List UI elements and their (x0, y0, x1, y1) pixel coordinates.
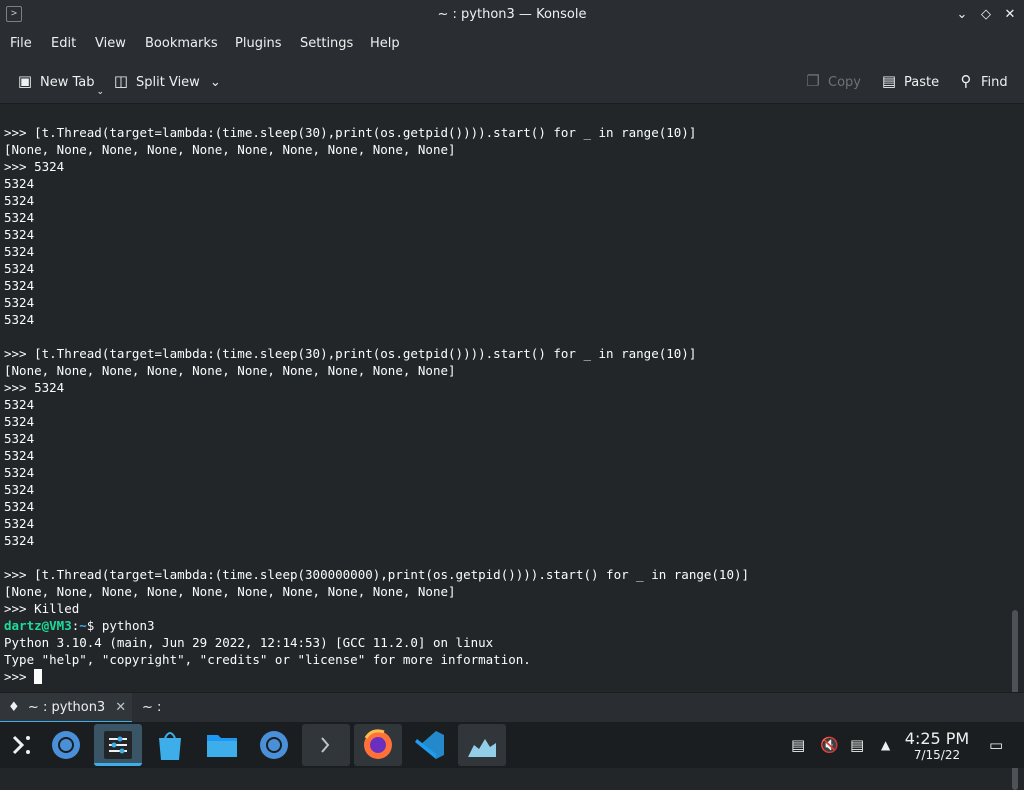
find-button[interactable]: ⚲ Find (957, 58, 1008, 104)
copy-button[interactable]: ❐ Copy (804, 58, 861, 104)
discover-launcher[interactable] (146, 724, 194, 766)
clipboard-icon[interactable]: ▤ (791, 722, 805, 768)
copy-label: Copy (828, 75, 861, 90)
python-banner: Python 3.10.4 (main, Jun 29 2022, 12:14:… (4, 635, 531, 667)
chromium-launcher-2[interactable] (250, 724, 298, 766)
menu-bookmarks[interactable]: Bookmarks (145, 30, 218, 58)
search-icon: ⚲ (960, 72, 972, 90)
clock-time: 4:25 PM (904, 729, 970, 748)
new-tab-button[interactable]: ▣ New Tab⌄ (16, 58, 104, 104)
volume-muted-icon[interactable]: 🔇 (820, 722, 839, 768)
terminal-history: >>> [t.Thread(target=lambda:(time.sleep(… (4, 125, 750, 616)
system-monitor-task[interactable] (458, 724, 506, 766)
menu-edit[interactable]: Edit (51, 30, 76, 58)
terminal-output: >>> [t.Thread(target=lambda:(time.sleep(… (4, 124, 749, 685)
paste-label: Paste (904, 75, 940, 90)
split-view-dropdown-icon[interactable]: ⌄ (210, 75, 221, 90)
menu-bar: File Edit View Bookmarks Plugins Setting… (0, 30, 1024, 58)
store-icon (159, 732, 181, 760)
tab-bar: ♦ ~ : python3 ✕ ~ : htop✕ (0, 692, 1024, 745)
new-tab-dropdown-icon[interactable]: ⌄ (97, 87, 105, 97)
browser-icon (260, 731, 288, 759)
close-icon[interactable]: ✕ (1000, 5, 1020, 25)
vscode-launcher[interactable] (406, 724, 454, 766)
minimize-icon[interactable]: ⌄ (952, 5, 972, 25)
dolphin-launcher[interactable] (198, 724, 246, 766)
prompt-command: $ python3 (86, 618, 155, 633)
maximize-icon[interactable]: ◇ (976, 5, 996, 25)
close-tab-icon[interactable]: ✕ (115, 700, 126, 715)
vscode-icon (415, 731, 444, 759)
taskbar: ▤ 🔇 ▤ ▲ 4:25 PM 7/15/22 ▭ (0, 722, 1024, 768)
toolbar: ▣ New Tab⌄ ◫ Split View ⌄ ❐ Copy ▤ Paste ⚲ Fin… (0, 58, 1024, 104)
digital-clock[interactable]: 4:25 PM 7/15/22 (898, 729, 976, 763)
menu-file[interactable]: File (10, 30, 32, 58)
prompt-user-host: dartz@VM3 (4, 618, 72, 633)
bell-icon: ♦ (8, 700, 20, 715)
system-monitor-icon (468, 733, 496, 757)
system-settings-task[interactable] (94, 724, 142, 766)
split-view-label: Split View (136, 75, 200, 90)
menu-help[interactable]: Help (370, 30, 400, 58)
chromium-launcher[interactable] (42, 724, 90, 766)
app-launcher[interactable] (0, 724, 48, 766)
new-tab-label: New Tab (40, 75, 95, 90)
menu-plugins[interactable]: Plugins (235, 30, 282, 58)
python-prompt: >>> (4, 669, 35, 684)
text-cursor (34, 669, 43, 684)
prompt-path: ~ (79, 618, 87, 633)
split-view-icon: ◫ (113, 72, 129, 90)
window-title: ~ : python3 — Konsole (437, 7, 587, 22)
settings-icon (104, 731, 132, 759)
split-view-button[interactable]: ◫ Split View ⌄ (112, 58, 221, 104)
browser-icon (52, 731, 80, 759)
konsole-task[interactable] (302, 724, 350, 766)
new-tab-icon: ▣ (17, 72, 33, 90)
paste-icon: ▤ (881, 72, 897, 90)
title-bar: > ~ : python3 — Konsole ⌄ ◇ ✕ (0, 0, 1024, 30)
tab-python3[interactable]: ♦ ~ : python3 ✕ (0, 693, 132, 723)
application-launcher-icon (12, 735, 30, 755)
copy-icon: ❐ (806, 72, 820, 90)
menu-view[interactable]: View (95, 30, 126, 58)
menu-settings[interactable]: Settings (300, 30, 353, 58)
find-label: Find (981, 75, 1008, 90)
paste-button[interactable]: ▤ Paste (880, 58, 939, 104)
show-desktop-icon[interactable]: ▭ (989, 722, 1003, 768)
folder-icon (207, 735, 237, 757)
clock-date: 7/15/22 (913, 748, 961, 762)
firefox-task[interactable] (354, 724, 402, 766)
terminal-icon (312, 731, 340, 759)
show-hidden-icons-icon[interactable]: ▲ (881, 722, 890, 768)
firefox-icon (364, 729, 392, 759)
tab-label: ~ : python3 (27, 700, 106, 715)
terminal-view[interactable]: >>> [t.Thread(target=lambda:(time.sleep(… (0, 105, 1024, 790)
tab-htop[interactable]: ~ : htop✕ (134, 693, 214, 745)
network-icon[interactable]: ▤ (850, 722, 864, 768)
